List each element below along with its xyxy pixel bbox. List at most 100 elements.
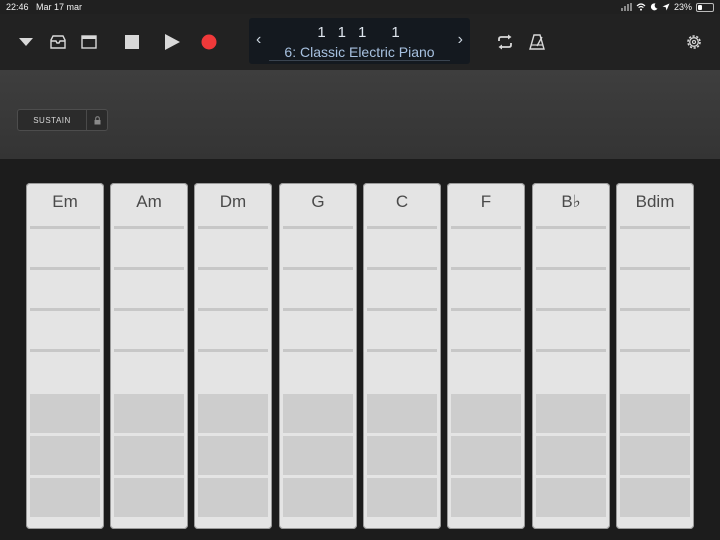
chord-strip-g[interactable]: G [279, 183, 357, 529]
position-division: 1 [358, 24, 369, 41]
record-button[interactable] [198, 31, 220, 53]
bass-pad[interactable] [536, 478, 606, 517]
chord-divider [198, 226, 268, 229]
chord-divider [536, 226, 606, 229]
bass-pad[interactable] [283, 394, 353, 433]
position-tick: 1 [391, 24, 402, 41]
chord-divider [114, 226, 184, 229]
bass-pad[interactable] [367, 478, 437, 517]
metronome-button[interactable] [526, 31, 548, 53]
chord-name: Bdim [635, 192, 675, 211]
moon-icon [650, 3, 658, 11]
bass-pad[interactable] [451, 394, 521, 433]
chord-strip-bflat[interactable]: B♭ [532, 183, 610, 529]
chord-divider [620, 226, 690, 229]
chord-divider [30, 308, 100, 311]
tracks-view-icon [81, 35, 97, 49]
bass-pad[interactable] [536, 394, 606, 433]
play-icon [164, 34, 180, 50]
control-bar: ‹ 1111 6: Classic Electric Piano › [0, 14, 720, 70]
bass-pad[interactable] [30, 394, 100, 433]
sustain-label: SUSTAIN [33, 115, 71, 125]
bass-pad[interactable] [30, 478, 100, 517]
browser-icon [50, 35, 66, 49]
metronome-icon [529, 34, 545, 50]
stop-icon [125, 35, 139, 49]
bass-pad[interactable] [536, 436, 606, 475]
signal-icon [620, 3, 632, 11]
bass-pad[interactable] [620, 478, 690, 517]
bass-pad[interactable] [451, 436, 521, 475]
triangle-down-icon [19, 38, 33, 46]
chord-strip-c[interactable]: C [363, 183, 441, 529]
bass-pad[interactable] [367, 394, 437, 433]
chord-divider [114, 349, 184, 352]
play-button[interactable] [161, 31, 183, 53]
chord-strip-am[interactable]: Am [110, 183, 188, 529]
chord-divider [198, 308, 268, 311]
instrument-name: 6: Classic Electric Piano [284, 44, 435, 60]
next-instrument-arrow[interactable]: › [458, 31, 463, 49]
status-bar: 22:46 Mar 17 mar 23% [0, 0, 720, 14]
bass-pad[interactable] [283, 478, 353, 517]
loop-button[interactable] [494, 31, 516, 53]
chord-divider [30, 226, 100, 229]
settings-button[interactable] [683, 31, 705, 53]
chord-divider [536, 349, 606, 352]
chord-divider [536, 308, 606, 311]
bass-pad[interactable] [114, 394, 184, 433]
status-date: Mar 17 mar [36, 2, 83, 12]
chord-strip-dm[interactable]: Dm [194, 183, 272, 529]
bass-pad[interactable] [367, 436, 437, 475]
chord-divider [451, 267, 521, 270]
bass-pad[interactable] [198, 394, 268, 433]
chord-divider [283, 349, 353, 352]
chord-divider [283, 308, 353, 311]
chord-strips: Em Am Dm G C F B♭ Bdim [0, 159, 720, 540]
sustain-lock[interactable] [86, 110, 107, 130]
chord-divider [114, 267, 184, 270]
chord-strip-bdim[interactable]: Bdim [616, 183, 694, 529]
playhead-position: 1111 [249, 24, 470, 41]
chord-divider [620, 267, 690, 270]
status-right: 23% [620, 1, 714, 13]
bass-pad[interactable] [30, 436, 100, 475]
position-beat: 1 [337, 24, 348, 41]
bass-pad[interactable] [114, 478, 184, 517]
chord-name: Em [52, 192, 78, 211]
chord-divider [114, 308, 184, 311]
bass-pad[interactable] [620, 394, 690, 433]
chord-name: G [311, 192, 325, 211]
chord-divider [283, 226, 353, 229]
wifi-icon [636, 3, 646, 11]
chord-divider [451, 226, 521, 229]
bass-pad[interactable] [198, 436, 268, 475]
bass-pad[interactable] [620, 436, 690, 475]
view-menu-button[interactable] [16, 32, 36, 52]
lcd-display[interactable]: ‹ 1111 6: Classic Electric Piano › [249, 18, 470, 64]
bass-pad[interactable] [451, 478, 521, 517]
bass-pad[interactable] [283, 436, 353, 475]
chord-divider [451, 308, 521, 311]
sustain-button[interactable]: SUSTAIN [17, 109, 108, 131]
status-time: 22:46 [6, 2, 29, 12]
controls-strip: SUSTAIN [0, 70, 720, 159]
chord-name: B♭ [561, 192, 581, 211]
bass-pad[interactable] [114, 436, 184, 475]
chord-divider [198, 267, 268, 270]
chord-divider [367, 349, 437, 352]
browser-button[interactable] [47, 31, 69, 53]
chord-strip-em[interactable]: Em [26, 183, 104, 529]
chord-divider [367, 308, 437, 311]
chord-divider [620, 349, 690, 352]
chord-divider [30, 349, 100, 352]
lock-icon [94, 115, 100, 124]
lcd-progress-line [269, 60, 450, 61]
tracks-view-button[interactable] [78, 31, 100, 53]
stop-button[interactable] [121, 31, 143, 53]
record-icon [201, 34, 217, 50]
settings-icon [687, 35, 701, 49]
chord-strip-f[interactable]: F [447, 183, 525, 529]
loop-icon [498, 34, 512, 50]
bass-pad[interactable] [198, 478, 268, 517]
